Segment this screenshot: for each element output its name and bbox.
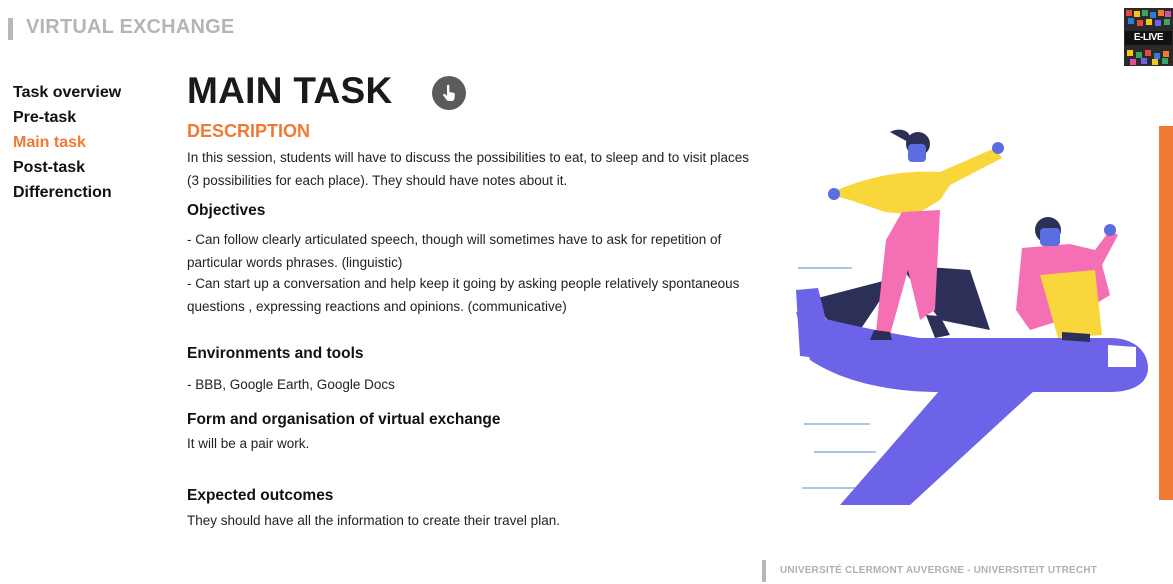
form-text: It will be a pair work. — [187, 436, 310, 451]
objectives-heading: Objectives — [187, 202, 266, 219]
hand-pointer-icon — [443, 84, 455, 101]
environments-heading: Environments and tools — [187, 345, 364, 362]
travel-plane-illustration — [796, 129, 1148, 505]
logo-text: E-LIVE — [1125, 31, 1172, 45]
task-navigation: Task overview Pre-task Main task Post-ta… — [13, 80, 121, 205]
outcomes-heading: Expected outcomes — [187, 487, 334, 504]
environments-text: - BBB, Google Earth, Google Docs — [187, 377, 395, 392]
form-heading: Form and organisation of virtual exchang… — [187, 411, 501, 428]
objectives-line-1: - Can follow clearly articulated speech,… — [187, 232, 722, 247]
description-heading: DESCRIPTION — [187, 121, 311, 141]
footer-university-text: UNIVERSITÉ CLERMONT AUVERGNE - UNIVERSIT… — [780, 565, 1098, 576]
nav-item-task-overview[interactable]: Task overview — [13, 80, 121, 105]
description-line-2: (3 possibilities for each place). They s… — [187, 173, 568, 188]
accent-strip — [1159, 126, 1173, 500]
header-title: VIRTUAL EXCHANGE — [26, 16, 235, 38]
nav-item-pre-task[interactable]: Pre-task — [13, 105, 121, 130]
hand-pointer-button[interactable] — [432, 76, 466, 110]
objectives-line-2: particular words phrases. (linguistic) — [187, 255, 403, 270]
nav-item-post-task[interactable]: Post-task — [13, 155, 121, 180]
page-title: MAIN TASK — [187, 70, 393, 111]
objectives-line-4: questions , expressing reactions and opi… — [187, 299, 567, 314]
description-line-1: In this session, students will have to d… — [187, 150, 750, 165]
footer-accent-bar — [762, 560, 766, 582]
nav-item-differenction[interactable]: Differenction — [13, 180, 121, 205]
header-accent-bar — [8, 18, 13, 40]
nav-item-main-task[interactable]: Main task — [13, 130, 121, 155]
objectives-line-3: - Can start up a conversation and help k… — [187, 276, 740, 291]
outcomes-text: They should have all the information to … — [187, 513, 560, 528]
e-live-logo: E-LIVE — [1124, 8, 1173, 66]
